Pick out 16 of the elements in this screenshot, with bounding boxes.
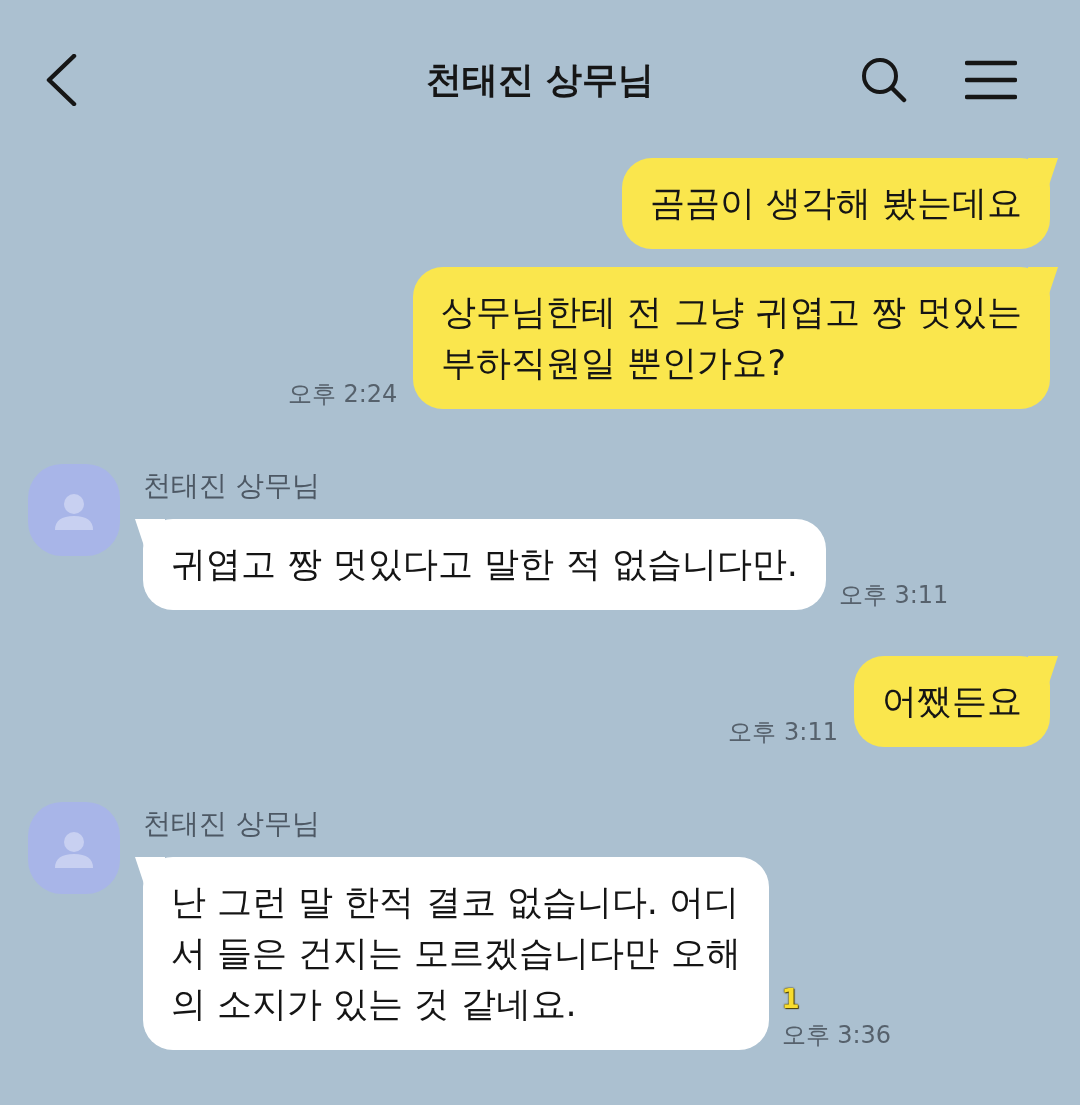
message-time: 오후 3:11	[728, 718, 838, 747]
message-bubble: 귀엽고 짱 멋있다고 말한 적 없습니다만.	[135, 519, 826, 610]
message-bubble: 곰곰이 생각해 봤는데요	[621, 158, 1058, 249]
chat-title: 천태진 상무님	[425, 58, 655, 102]
sender-name: 천태진 상무님	[143, 806, 320, 842]
sender-name: 천태진 상무님	[143, 468, 320, 504]
message-time: 오후 3:11	[838, 581, 949, 610]
message-time: 오후 3:36	[781, 1021, 892, 1050]
back-icon[interactable]	[45, 54, 77, 106]
message-bubble: 상무님한테 전 그냥 귀엽고 짱 멋있는 부하직원일 뿐인가요?	[413, 267, 1058, 409]
message-bubble: 난 그런 말 한적 결코 없습니다. 어디 서 들은 건지는 모르겠습니다만 오해 의 소지가 있는 것 같네요.	[135, 857, 769, 1050]
menu-icon[interactable]	[965, 60, 1017, 100]
message-bubble: 어쨌든요	[854, 656, 1058, 747]
search-icon[interactable]	[861, 57, 907, 103]
unread-count: 1	[781, 984, 800, 1014]
message-time: 오후 2:24	[287, 380, 398, 409]
